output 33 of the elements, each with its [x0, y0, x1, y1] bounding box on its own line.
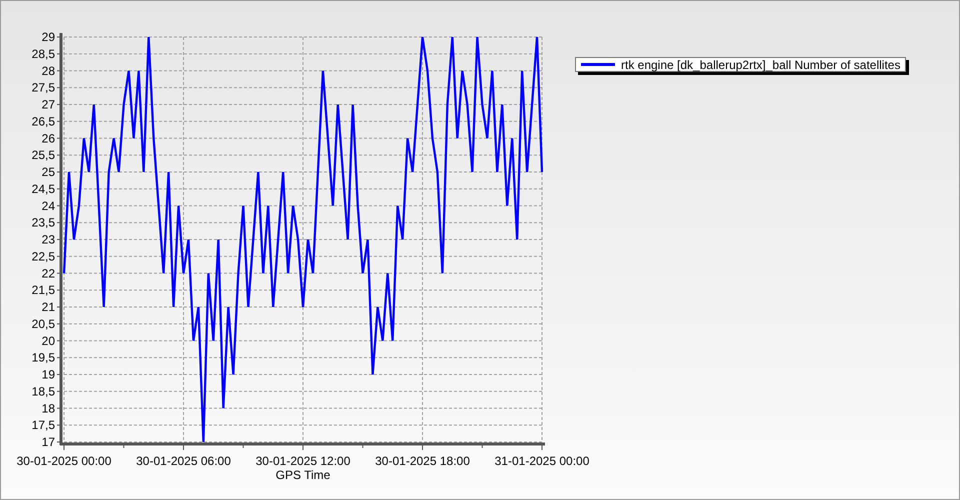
axis-label: 17,5: [32, 418, 55, 432]
axis-label: 28,5: [32, 46, 55, 61]
axis-label: 27,5: [32, 80, 55, 95]
legend-line-icon: [581, 63, 615, 66]
legend-label: rtk engine [dk_ballerup2rtx]_ball Number of satellites: [621, 58, 900, 70]
axis-label: 24,5: [32, 182, 55, 196]
axis-label: 30-01-2025 06:00: [136, 454, 231, 468]
axis-label: 26,5: [32, 114, 55, 128]
axis-label: 18: [42, 401, 55, 416]
axis-label: 25: [42, 165, 55, 179]
axis-label: 31-01-2025 00:00: [494, 454, 590, 468]
axis-title: GPS Time: [276, 468, 330, 482]
axis-label: 23: [42, 232, 55, 246]
axis-label: 28: [42, 64, 55, 78]
axis-label: 24: [42, 198, 55, 213]
axis-label: 19: [42, 368, 55, 382]
axis-label: 20,5: [32, 316, 55, 331]
axis-label: 29: [42, 30, 55, 44]
axis-label: 18,5: [32, 384, 55, 398]
axis-label: 30-01-2025 12:00: [256, 454, 350, 468]
axis-label: 30-01-2025 00:00: [16, 454, 112, 468]
axis-label: 17: [42, 435, 55, 449]
axis-label: 22,5: [32, 249, 55, 264]
axis-label: 22: [42, 266, 55, 280]
axis-label: 20: [42, 334, 55, 348]
axis-label: 21,5: [32, 283, 55, 298]
axis-label: 30-01-2025 18:00: [375, 454, 470, 468]
axis-label: 19,5: [32, 350, 55, 365]
axis-label: 26: [42, 131, 55, 146]
axis-label: 27: [42, 98, 55, 112]
axis-label: 25,5: [32, 148, 55, 162]
axis-label: 21: [42, 300, 55, 314]
axis-label: 23,5: [32, 216, 55, 230]
